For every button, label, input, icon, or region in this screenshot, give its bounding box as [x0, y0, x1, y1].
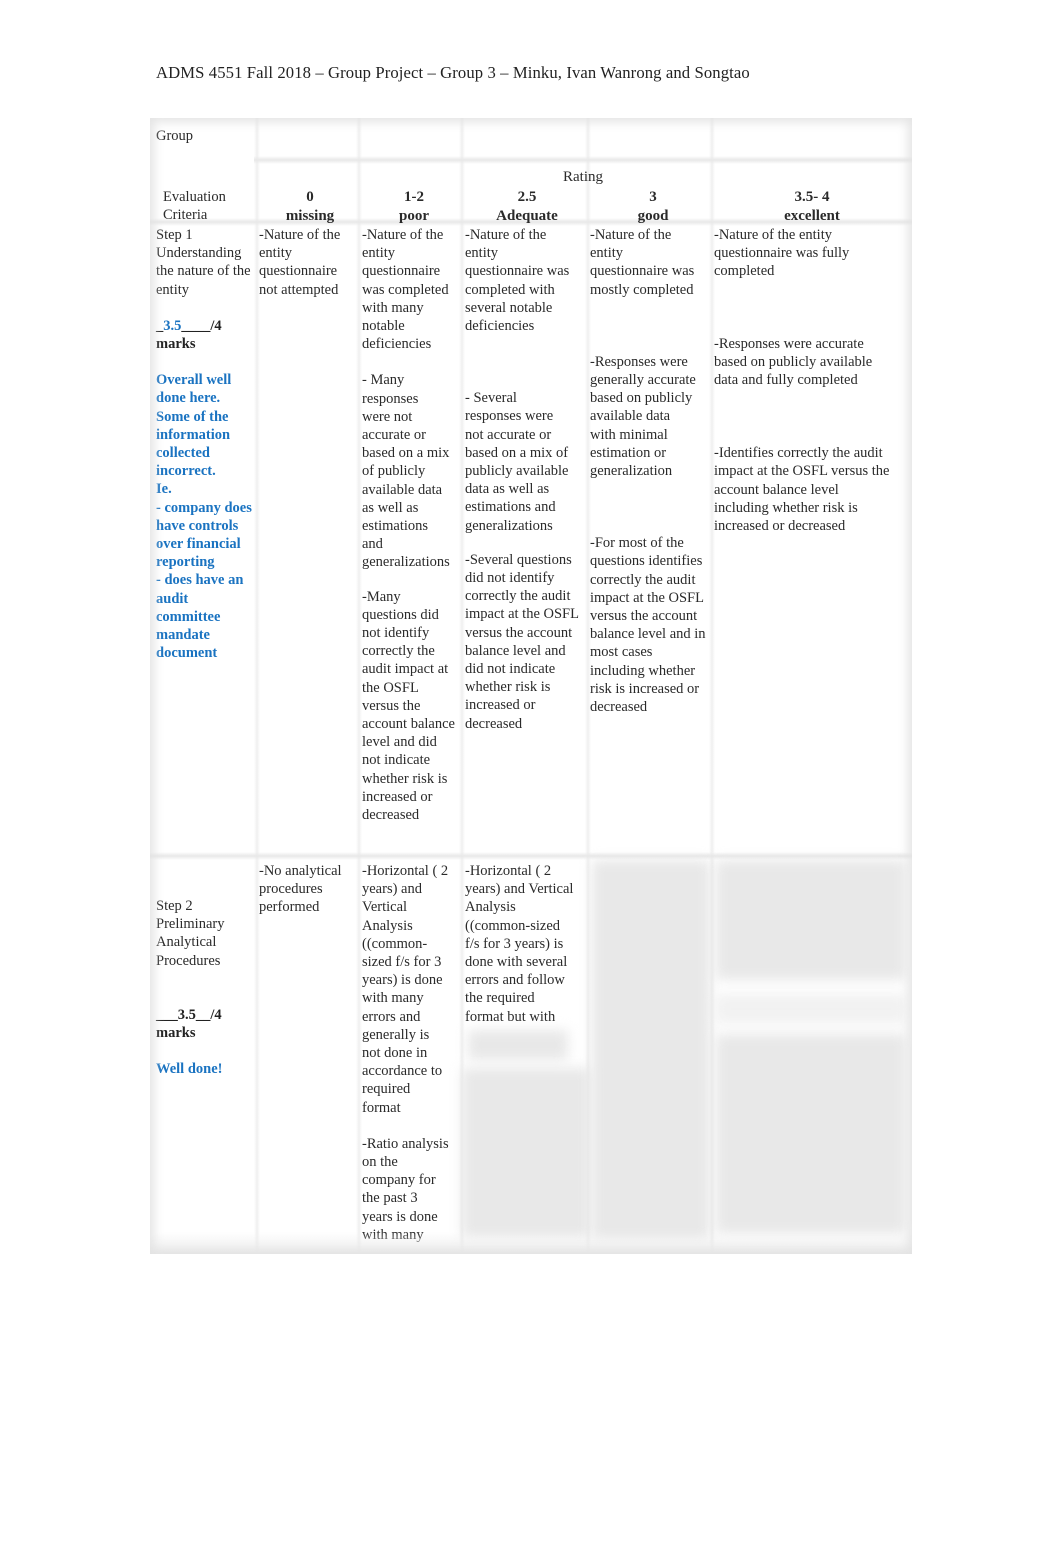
- group-label: Group: [156, 128, 194, 144]
- mark-unit: marks: [156, 336, 196, 353]
- row-divider: [150, 852, 912, 860]
- obscured-content: [716, 860, 906, 980]
- score-range: 1-2: [404, 189, 424, 205]
- criterion-label: Step 2 Preliminary Analytical Procedures: [156, 898, 225, 969]
- mark-score: ___3.5__/4: [156, 1006, 222, 1023]
- score-label: Adequate: [496, 208, 558, 224]
- score-range: 0: [306, 189, 314, 205]
- column-header-excellent: 3.5- 4 excellent: [716, 188, 908, 226]
- mark-unit: marks: [156, 1025, 196, 1042]
- column-header-adequate: 2.5 Adequate: [462, 188, 592, 226]
- score-range: 2.5: [517, 189, 537, 205]
- obscured-content: [716, 1034, 906, 1234]
- mark-score: _3.5____/4: [156, 317, 222, 334]
- criterion-step-1: Step 1 Understanding the nature of the e…: [156, 226, 260, 662]
- grader-feedback: Well done!: [156, 1061, 223, 1078]
- column-header-poor: 1-2 poor: [358, 188, 470, 226]
- row-divider: [254, 156, 912, 164]
- obscured-content: [468, 1030, 568, 1060]
- rubric-cell-step1-excellent: -Nature of the entity questionnaire was …: [714, 227, 890, 535]
- score-label: poor: [399, 208, 429, 224]
- rubric-cell-step2-poor: -Horizontal ( 2 years) and Vertical Anal…: [362, 863, 449, 1243]
- rubric-table: Group Rating Evaluation Criteria 0 missi…: [150, 118, 912, 1254]
- rubric-cell-step1-poor: -Nature of the entity questionnaire was …: [362, 227, 455, 824]
- rubric-cell-step1-missing: -Nature of the entity questionnaire not …: [259, 227, 341, 298]
- obscured-content: [592, 860, 710, 1240]
- obscured-content: [716, 994, 906, 1024]
- rubric-cell-step2-missing: -No analytical procedures performed: [259, 863, 342, 916]
- score-label: excellent: [784, 208, 840, 224]
- criterion-step-2: Step 2 Preliminary Analytical Procedures…: [156, 897, 260, 1078]
- rubric-cell-step1-adequate: -Nature of the entity questionnaire was …: [465, 227, 579, 732]
- criterion-label: Step 1 Understanding the nature of the e…: [156, 227, 251, 298]
- evaluation-criteria-header: Evaluation Criteria: [163, 189, 226, 223]
- score-range: 3: [649, 189, 657, 205]
- document-title: ADMS 4551 Fall 2018 – Group Project – Gr…: [156, 63, 750, 82]
- score-label: missing: [285, 208, 335, 224]
- grader-feedback: Overall well done here. Some of the info…: [156, 372, 252, 662]
- column-header-good: 3 good: [590, 188, 716, 226]
- obscured-content: [462, 1068, 590, 1238]
- page-fade: [150, 1232, 912, 1254]
- score-label: good: [637, 208, 669, 224]
- score-range: 3.5- 4: [794, 189, 830, 205]
- column-header-missing: 0 missing: [254, 188, 366, 226]
- rubric-cell-step1-good: -Nature of the entity questionnaire was …: [590, 227, 706, 716]
- rubric-cell-step2-adequate: -Horizontal ( 2 years) and Vertical Anal…: [465, 863, 574, 1025]
- rating-label: Rating: [563, 169, 603, 185]
